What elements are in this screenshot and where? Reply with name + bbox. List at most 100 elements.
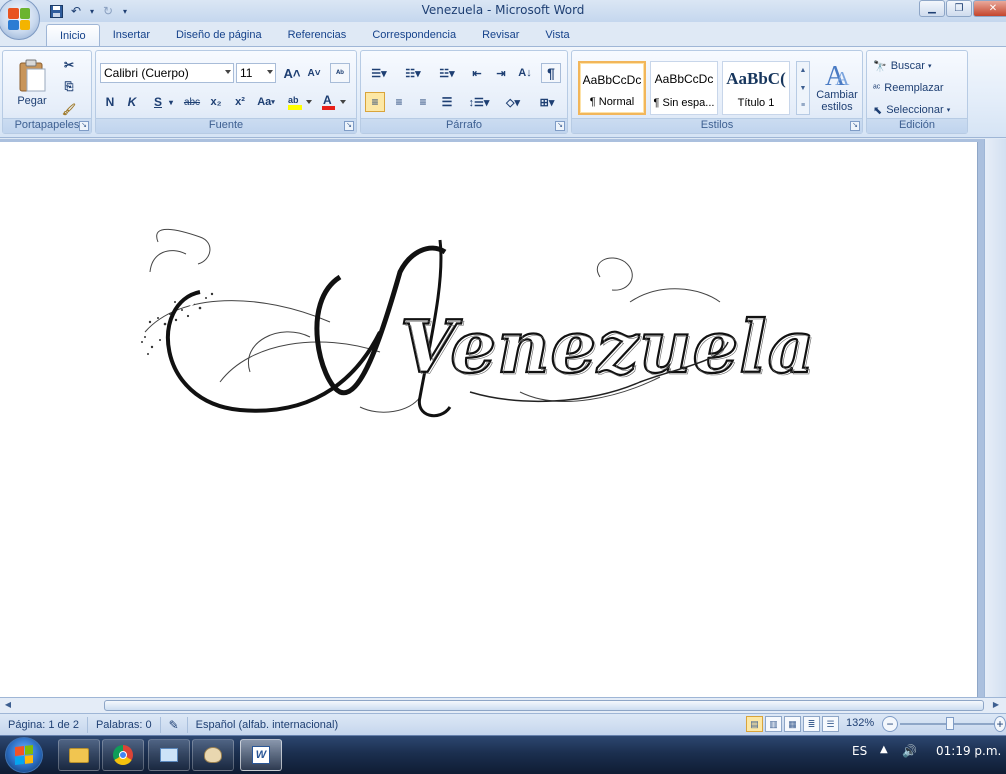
chevron-up-icon[interactable]: ▲	[797, 62, 809, 80]
svg-text:A: A	[835, 68, 850, 89]
paragraph-launcher-icon[interactable]: ↘	[555, 121, 565, 131]
close-button[interactable]: ✕	[973, 0, 1006, 17]
print-layout-view-icon[interactable]: ▤	[746, 716, 763, 732]
spell-check-icon[interactable]: ✎	[161, 716, 188, 733]
start-button[interactable]	[5, 737, 43, 773]
align-center-icon[interactable]: ≡	[389, 92, 409, 112]
zoom-level[interactable]: 132%	[846, 717, 874, 729]
font-size-select[interactable]: 11	[236, 63, 276, 83]
taskbar-explorer-button[interactable]	[58, 739, 100, 771]
outline-view-icon[interactable]: ≣	[803, 716, 820, 732]
horizontal-scroll-thumb[interactable]	[104, 700, 984, 711]
tab-correspondencia[interactable]: Correspondencia	[359, 24, 469, 46]
select-button[interactable]: ⬉ Seleccionar ▾	[873, 101, 950, 119]
paste-button[interactable]: Pegar	[9, 53, 55, 113]
highlight-color-button[interactable]: ab	[286, 92, 314, 112]
page-count[interactable]: Página: 1 de 2	[0, 716, 88, 733]
zoom-out-icon[interactable]: −	[882, 716, 898, 732]
copy-icon[interactable]: ⎘	[59, 77, 79, 97]
numbering-icon[interactable]: ☷▾	[399, 63, 427, 83]
change-styles-button[interactable]: AA Cambiar estilos	[814, 55, 860, 117]
underline-dropdown-icon[interactable]: ▾	[166, 92, 176, 112]
decrease-indent-icon[interactable]: ⇤	[467, 63, 487, 83]
binoculars-icon: 🔭	[873, 60, 887, 73]
superscript-button[interactable]: x²	[230, 92, 250, 112]
more-styles-icon[interactable]: ≡	[797, 98, 809, 114]
strikethrough-button[interactable]: abc	[180, 92, 204, 112]
draft-view-icon[interactable]: ☰	[822, 716, 839, 732]
style-name: Título 1	[737, 97, 775, 109]
svg-text:A: A	[323, 93, 332, 107]
scroll-left-icon[interactable]: ◀	[2, 700, 14, 712]
office-button[interactable]	[0, 0, 40, 40]
style-titulo-1[interactable]: AaBbC( Título 1	[722, 61, 790, 115]
align-right-icon[interactable]: ≡	[413, 92, 433, 112]
word-count[interactable]: Palabras: 0	[88, 716, 161, 733]
zoom-in-icon[interactable]: +	[994, 716, 1006, 732]
borders-icon[interactable]: ⊞▾	[533, 92, 561, 112]
taskbar-app-button[interactable]	[148, 739, 190, 771]
tab-vista[interactable]: Vista	[532, 24, 582, 46]
volume-icon[interactable]: 🔊	[902, 744, 917, 758]
font-name-select[interactable]: Calibri (Cuerpo)	[100, 63, 234, 83]
bold-button[interactable]: N	[100, 92, 120, 112]
styles-launcher-icon[interactable]: ↘	[850, 121, 860, 131]
justify-icon[interactable]: ☰	[437, 92, 457, 112]
input-language[interactable]: ES	[852, 744, 867, 758]
full-screen-reading-icon[interactable]: ▥	[765, 716, 782, 732]
tab-diseno-pagina[interactable]: Diseño de página	[163, 24, 275, 46]
editing-group-label: Edición	[867, 118, 967, 133]
vertical-scrollbar[interactable]	[984, 139, 1006, 697]
grow-font-icon[interactable]: A˄	[282, 63, 302, 83]
find-button[interactable]: 🔭 Buscar ▾	[873, 57, 931, 75]
replace-button[interactable]: ᵃᶜ Reemplazar	[873, 79, 944, 97]
tab-insertar[interactable]: Insertar	[100, 24, 163, 46]
shading-icon[interactable]: ◇▾	[499, 92, 527, 112]
show-hidden-icons-icon[interactable]: ▲	[880, 744, 888, 755]
line-spacing-icon[interactable]: ↕☰▾	[465, 92, 493, 112]
styles-group-label: Estilos	[572, 118, 862, 133]
align-left-icon[interactable]: ≡	[365, 92, 385, 112]
tab-referencias[interactable]: Referencias	[275, 24, 360, 46]
clock[interactable]: 01:19 p.m.	[936, 744, 1001, 758]
zoom-slider-thumb[interactable]	[946, 717, 954, 730]
language-indicator[interactable]: Español (alfab. internacional)	[188, 717, 346, 733]
show-marks-icon[interactable]: ¶	[541, 63, 561, 83]
multilevel-list-icon[interactable]: ☳▾	[433, 63, 461, 83]
styles-group: AaBbCcDc ¶ Normal AaBbCcDc ¶ Sin espa...…	[571, 50, 863, 134]
replace-icon: ᵃᶜ	[873, 82, 881, 94]
cut-icon[interactable]: ✂	[59, 55, 79, 75]
clipboard-launcher-icon[interactable]: ↘	[79, 121, 89, 131]
web-layout-icon[interactable]: ▦	[784, 716, 801, 732]
font-launcher-icon[interactable]: ↘	[344, 121, 354, 131]
tab-inicio[interactable]: Inicio	[46, 24, 100, 46]
document-page[interactable]: Venezuela Venezuela	[0, 142, 978, 697]
style-normal[interactable]: AaBbCcDc ¶ Normal	[578, 61, 646, 115]
bullets-icon[interactable]: ☰▾	[365, 63, 393, 83]
scroll-right-icon[interactable]: ▶	[990, 700, 1002, 712]
format-painter-icon[interactable]: 🖌	[59, 99, 79, 119]
maximize-button[interactable]: ❐	[946, 0, 972, 17]
style-name: ¶ Sin espa...	[653, 97, 715, 109]
tab-revisar[interactable]: Revisar	[469, 24, 532, 46]
underline-button[interactable]: S	[148, 92, 168, 112]
minimize-button[interactable]: ▁	[919, 0, 945, 17]
clear-format-icon[interactable]: ᴬᵇ	[330, 63, 350, 83]
font-color-button[interactable]: A	[320, 92, 348, 112]
shrink-font-icon[interactable]: A˅	[304, 63, 324, 83]
svg-text:ab: ab	[288, 95, 299, 105]
style-sin-espaciado[interactable]: AaBbCcDc ¶ Sin espa...	[650, 61, 718, 115]
taskbar-word-button[interactable]: W	[240, 739, 282, 771]
increase-indent-icon[interactable]: ⇥	[491, 63, 511, 83]
subscript-button[interactable]: x₂	[206, 92, 226, 112]
taskbar-chrome-button[interactable]	[102, 739, 144, 771]
horizontal-scrollbar[interactable]: ◀ ▶	[0, 697, 1006, 713]
italic-button[interactable]: K	[122, 92, 142, 112]
sort-icon[interactable]: A↓	[515, 63, 535, 83]
venezuela-calligraphy-artwork: Venezuela Venezuela	[141, 228, 817, 418]
change-case-button[interactable]: Aa ▾	[254, 92, 278, 112]
taskbar-paint-button[interactable]	[192, 739, 234, 771]
styles-gallery-scroll[interactable]: ▲ ▼ ≡	[796, 61, 810, 115]
window-app-icon	[160, 748, 178, 762]
chevron-down-icon[interactable]: ▼	[797, 80, 809, 98]
